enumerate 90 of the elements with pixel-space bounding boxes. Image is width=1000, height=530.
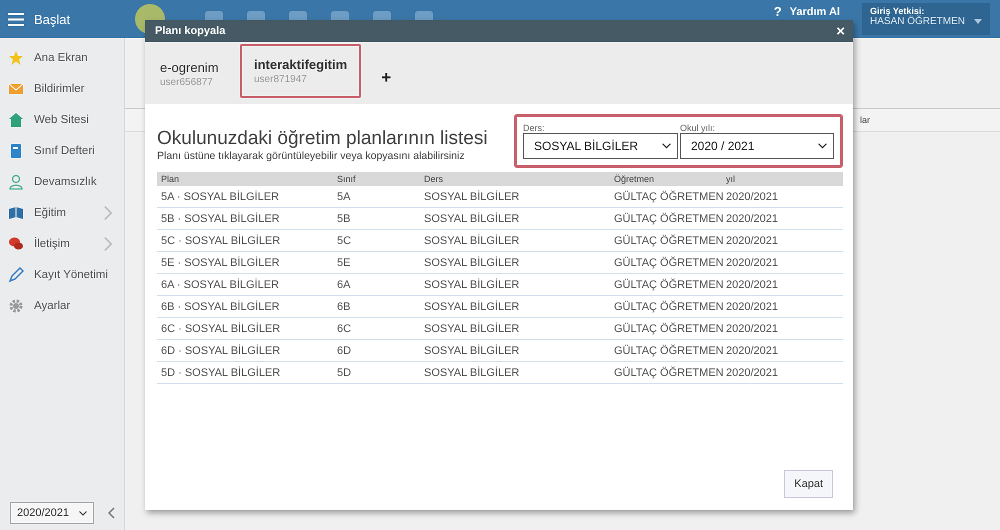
sidebar-item[interactable]: Bildirimler xyxy=(0,73,124,104)
table-cell[interactable]: GÜLTAÇ ÖĞRETMEN xyxy=(610,208,722,230)
sidebar-item[interactable]: İletişim xyxy=(0,228,124,259)
column-header: Plan xyxy=(157,172,333,186)
filter-label: Ders: xyxy=(523,123,546,133)
table-cell[interactable]: GÜLTAÇ ÖĞRETMEN xyxy=(610,230,722,252)
table-cell[interactable]: SOSYAL BİLGİLER xyxy=(420,340,610,362)
table-cell[interactable]: SOSYAL BİLGİLER xyxy=(420,274,610,296)
table-cell[interactable]: 6C · SOSYAL BİLGİLER xyxy=(157,318,333,340)
star-icon xyxy=(8,50,24,66)
start-label[interactable]: Başlat xyxy=(34,12,70,26)
table-cell[interactable]: 5E xyxy=(333,252,420,274)
table-cell[interactable]: SOSYAL BİLGİLER xyxy=(420,296,610,318)
table-cell[interactable]: 5D xyxy=(333,362,420,384)
table-cell[interactable]: 2020/2021 xyxy=(722,186,843,208)
notebook-icon xyxy=(8,142,24,158)
caret-icon xyxy=(974,19,982,24)
account-tab[interactable]: e-ogrenim user656877 xyxy=(150,42,240,104)
pencil-icon xyxy=(8,266,24,282)
column-header: Öğretmen xyxy=(610,172,722,186)
year-dropdown[interactable]: 2020/2021 xyxy=(10,502,94,524)
table-cell[interactable]: 5B · SOSYAL BİLGİLER xyxy=(157,208,333,230)
book-icon xyxy=(8,204,24,220)
column-header: Sınıf xyxy=(333,172,420,186)
table-cell[interactable]: 6A xyxy=(333,274,420,296)
filter-label: Okul yılı: xyxy=(680,123,716,133)
table-cell[interactable]: GÜLTAÇ ÖĞRETMEN xyxy=(610,252,722,274)
chevron-down-icon xyxy=(818,143,827,149)
chat-icon xyxy=(8,236,24,252)
house-icon xyxy=(8,112,24,128)
table-cell[interactable]: SOSYAL BİLGİLER xyxy=(420,252,610,274)
sidebar-item[interactable]: Devamsızlık xyxy=(0,166,124,197)
table-cell[interactable]: 5B xyxy=(333,208,420,230)
sidebar-item[interactable]: Eğitim xyxy=(0,197,124,228)
column-header: Ders xyxy=(420,172,610,186)
role-dropdown[interactable]: Giriş Yetkisi: HASAN ÖĞRETMEN xyxy=(862,3,990,35)
table-cell[interactable]: 6D · SOSYAL BİLGİLER xyxy=(157,340,333,362)
menu-icon[interactable] xyxy=(8,12,24,26)
table-cell[interactable]: 2020/2021 xyxy=(722,208,843,230)
table-cell[interactable]: GÜLTAÇ ÖĞRETMEN xyxy=(610,186,722,208)
sidebar-item[interactable]: Ana Ekran xyxy=(0,42,124,73)
table-cell[interactable]: 2020/2021 xyxy=(722,340,843,362)
table-cell[interactable]: 2020/2021 xyxy=(722,318,843,340)
table-cell[interactable]: 2020/2021 xyxy=(722,252,843,274)
table-cell[interactable]: 6B xyxy=(333,296,420,318)
table-cell[interactable]: SOSYAL BİLGİLER xyxy=(420,230,610,252)
help-icon[interactable]: ? xyxy=(774,4,782,19)
table-cell[interactable]: 5A · SOSYAL BİLGİLER xyxy=(157,186,333,208)
filter-dropdown[interactable]: 2020 / 2021 xyxy=(680,133,834,159)
table-cell[interactable]: 2020/2021 xyxy=(722,362,843,384)
table-cell[interactable]: 2020/2021 xyxy=(722,296,843,318)
column-header: yıl xyxy=(722,172,843,186)
sidebar-item[interactable]: Ayarlar xyxy=(0,290,124,321)
list-subheading: Planı üstüne tıklayarak görüntüleyebilir veya kopyasını alabilirsiniz xyxy=(157,150,466,162)
table-cell[interactable]: 6D xyxy=(333,340,420,362)
table-cell[interactable]: 2020/2021 xyxy=(722,230,843,252)
chevron-down-icon xyxy=(662,143,671,149)
chevron-left-icon[interactable] xyxy=(108,507,115,519)
sidebar-item[interactable]: Sınıf Defteri xyxy=(0,135,124,166)
table-cell[interactable]: GÜLTAÇ ÖĞRETMEN xyxy=(610,362,722,384)
envelope-icon xyxy=(8,80,24,96)
dialog-title: Planı kopyala xyxy=(155,25,226,37)
table-cell[interactable]: 5C · SOSYAL BİLGİLER xyxy=(157,230,333,252)
close-dialog-button[interactable]: Kapat xyxy=(784,470,833,498)
sidebar-item[interactable]: Web Sitesi xyxy=(0,104,124,135)
account-tab[interactable]: interaktifegitim user871947 xyxy=(240,44,362,98)
sidebar-item[interactable]: Kayıt Yönetimi xyxy=(0,259,124,290)
table-cell[interactable]: 5D · SOSYAL BİLGİLER xyxy=(157,362,333,384)
help-link[interactable]: Yardım Al xyxy=(790,6,840,18)
close-button[interactable]: × xyxy=(836,22,845,40)
table-cell[interactable]: 2020/2021 xyxy=(722,274,843,296)
person-icon xyxy=(8,174,24,190)
table-cell[interactable]: SOSYAL BİLGİLER xyxy=(420,318,610,340)
table-cell[interactable]: SOSYAL BİLGİLER xyxy=(420,362,610,384)
table-cell[interactable]: 5A xyxy=(333,186,420,208)
table-cell[interactable]: 6C xyxy=(333,318,420,340)
table-cell[interactable]: SOSYAL BİLGİLER xyxy=(420,186,610,208)
table-cell[interactable]: GÜLTAÇ ÖĞRETMEN xyxy=(610,318,722,340)
table-cell[interactable]: GÜLTAÇ ÖĞRETMEN xyxy=(610,274,722,296)
chevron-down-icon xyxy=(79,510,87,516)
table-cell[interactable]: 5C xyxy=(333,230,420,252)
filter-dropdown[interactable]: SOSYAL BİLGİLER xyxy=(523,133,678,159)
gear-icon xyxy=(8,298,24,314)
table-cell[interactable]: 5E · SOSYAL BİLGİLER xyxy=(157,252,333,274)
table-cell[interactable]: GÜLTAÇ ÖĞRETMEN xyxy=(610,296,722,318)
add-tab-button[interactable]: + xyxy=(375,67,398,89)
table-cell[interactable]: GÜLTAÇ ÖĞRETMEN xyxy=(610,340,722,362)
table-cell[interactable]: 6B · SOSYAL BİLGİLER xyxy=(157,296,333,318)
table-cell[interactable]: SOSYAL BİLGİLER xyxy=(420,208,610,230)
table-cell[interactable]: 6A · SOSYAL BİLGİLER xyxy=(157,274,333,296)
